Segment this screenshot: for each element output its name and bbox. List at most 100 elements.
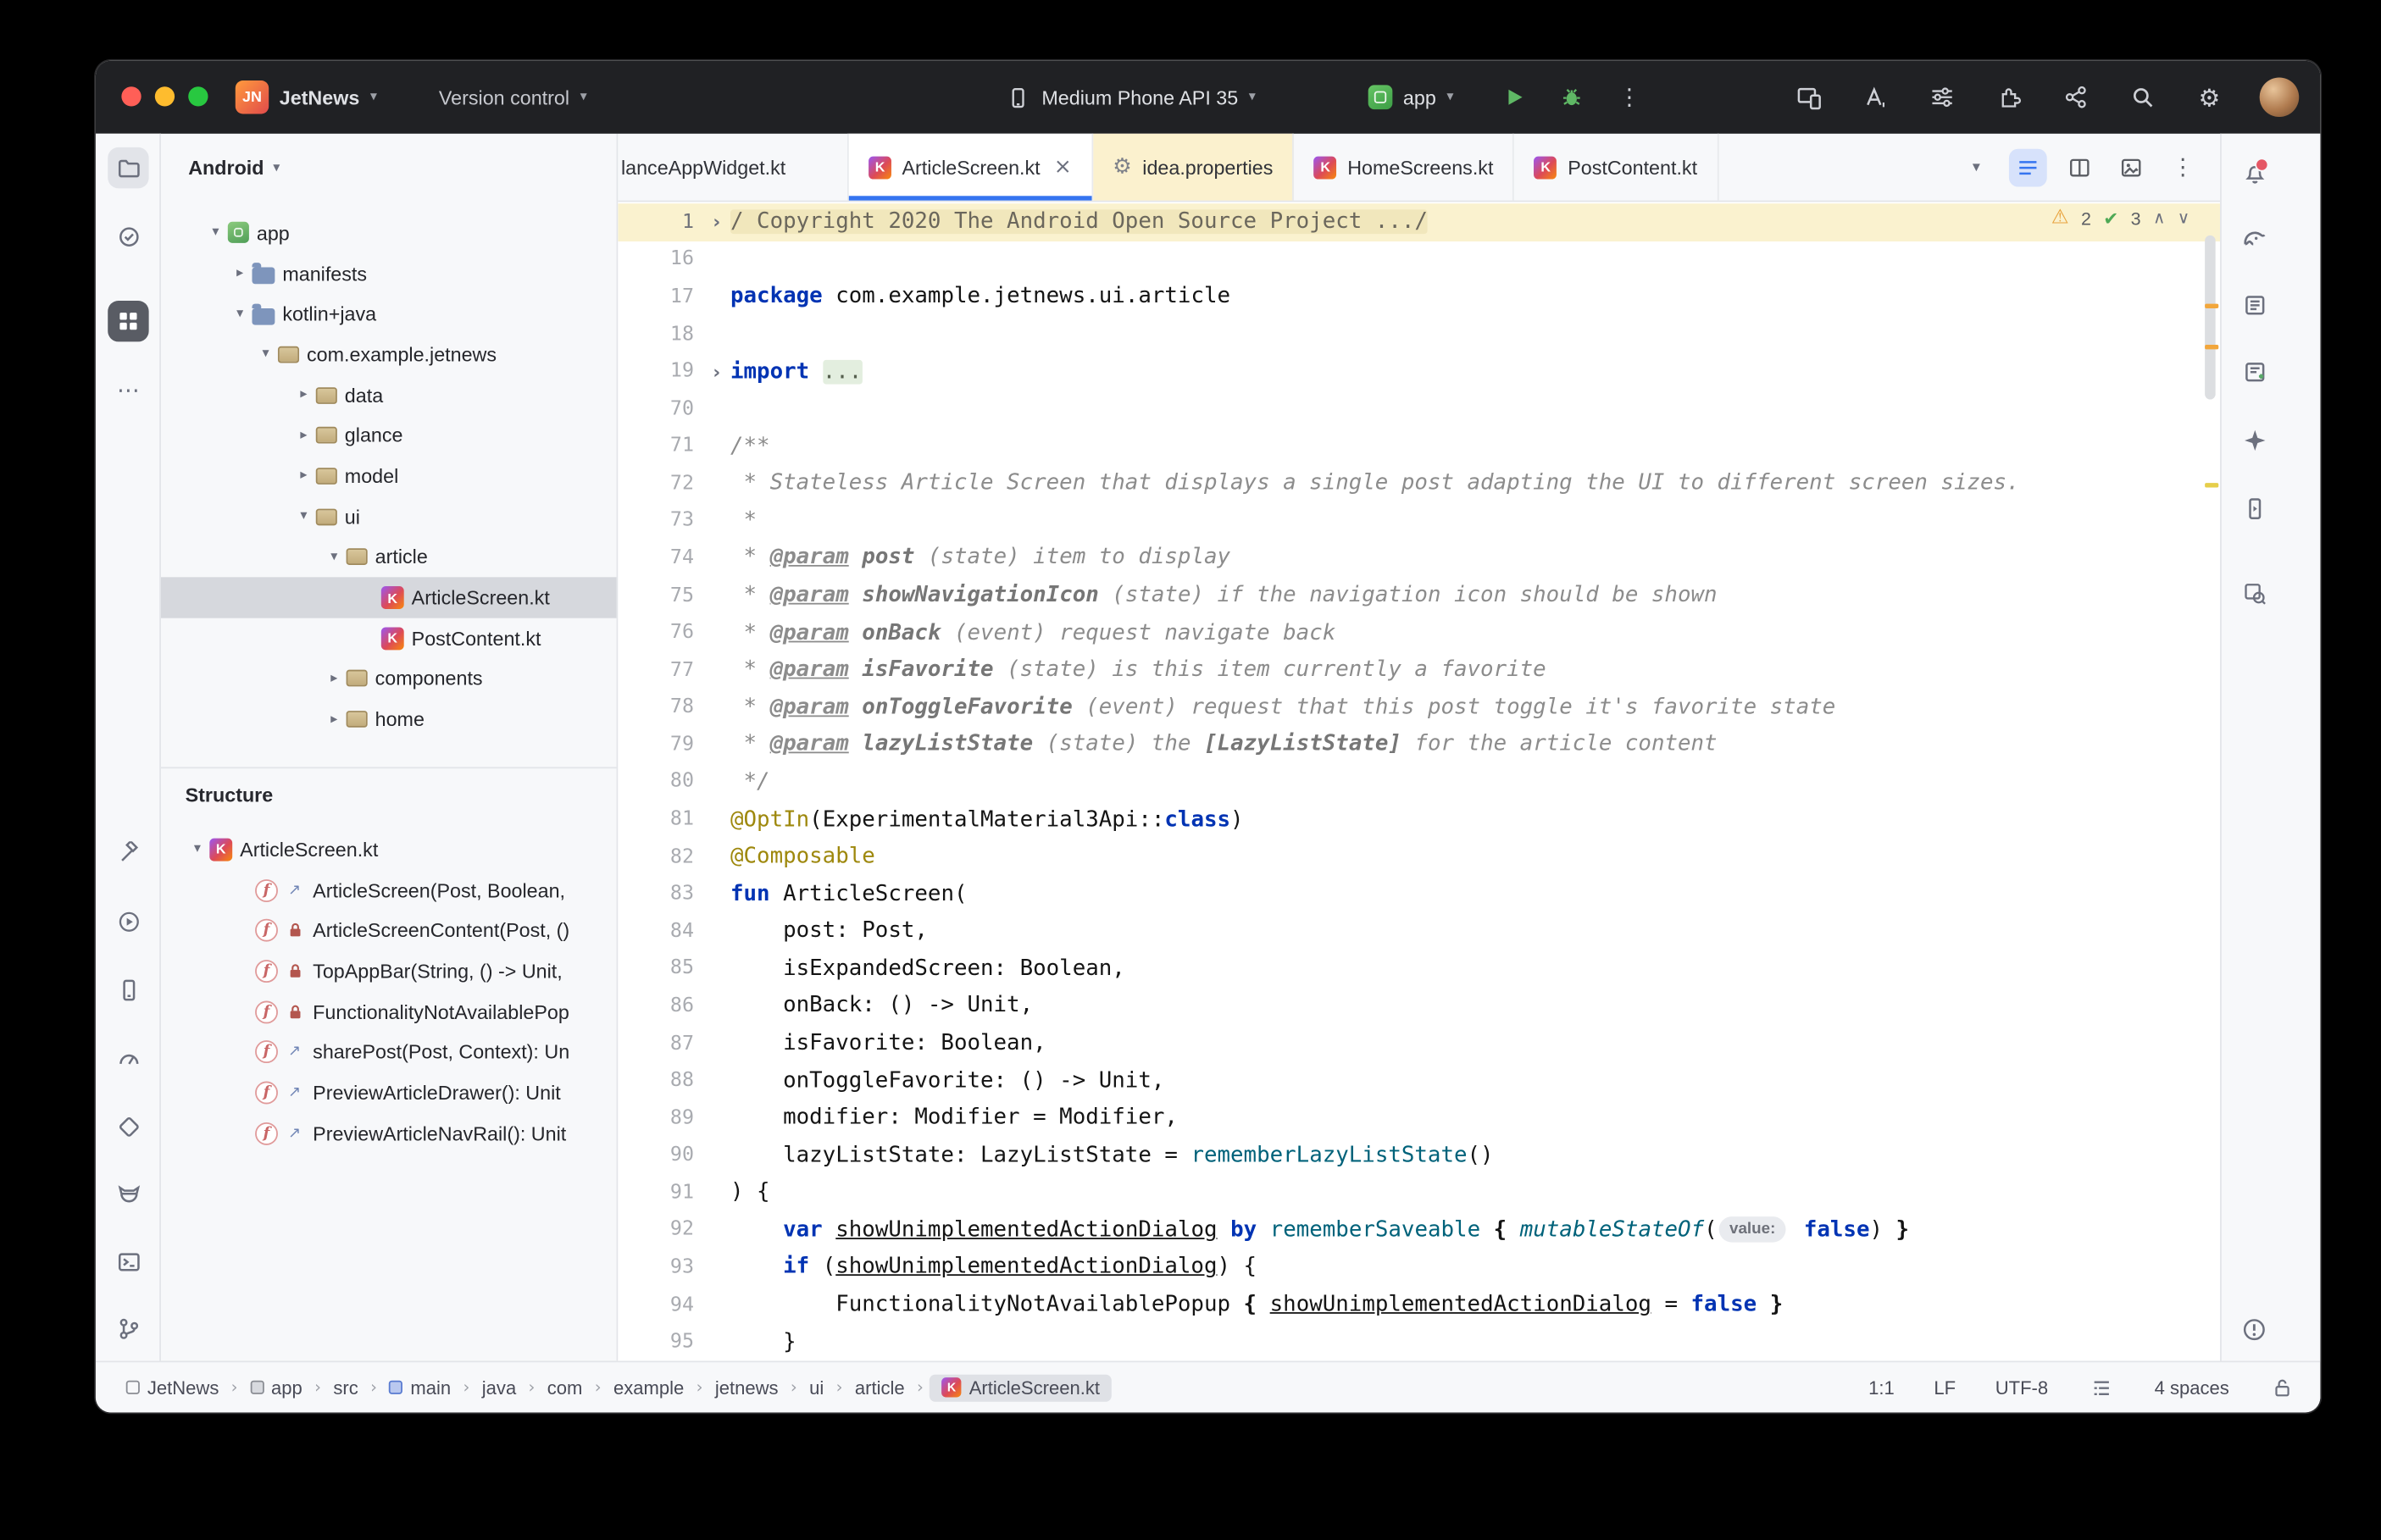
warning-stripe-mark[interactable] bbox=[2205, 303, 2219, 308]
structure-item-articlescreencontent-post[interactable]: f ArticleScreenContent(Post, () bbox=[161, 911, 617, 951]
breadcrumb-java[interactable]: java bbox=[476, 1374, 523, 1401]
line-number[interactable]: 91 bbox=[618, 1182, 702, 1205]
line-number[interactable]: 85 bbox=[618, 957, 702, 980]
line-number[interactable]: 92 bbox=[618, 1219, 702, 1242]
chevron-down-icon[interactable]: ▾ bbox=[253, 347, 278, 363]
line-number[interactable]: 77 bbox=[618, 659, 702, 682]
chevron-down-icon[interactable]: ▾ bbox=[322, 550, 347, 565]
structure-item-previewarticlenavrail-unit[interactable]: f ↗ PreviewArticleNavRail(): Unit bbox=[161, 1113, 617, 1154]
run-configuration-selector[interactable]: app ▾ bbox=[1368, 61, 1453, 134]
line-number[interactable]: 16 bbox=[618, 248, 702, 271]
line-number[interactable]: 70 bbox=[618, 397, 702, 420]
line-number[interactable]: 76 bbox=[618, 622, 702, 645]
code-line-74[interactable]: 74 * @param post (state) item to display bbox=[618, 540, 2220, 577]
code-line-90[interactable]: 90 lazyListState: LazyListState = rememb… bbox=[618, 1137, 2220, 1174]
structure-tool-button[interactable] bbox=[108, 300, 149, 342]
maximize-window-button[interactable] bbox=[188, 86, 208, 107]
structure-item-articlescreen-post-boolean[interactable]: f ↗ ArticleScreen(Post, Boolean, bbox=[161, 870, 617, 911]
encoding-widget[interactable]: UTF-8 bbox=[1995, 1377, 2048, 1398]
line-number[interactable]: 83 bbox=[618, 883, 702, 906]
chevron-right-icon[interactable]: ▸ bbox=[291, 387, 316, 402]
settings-sliders-icon[interactable] bbox=[1925, 79, 1958, 115]
settings-gear-icon[interactable]: ⚙ bbox=[2193, 79, 2226, 115]
line-number[interactable]: 79 bbox=[618, 734, 702, 756]
version-control-tool-button[interactable] bbox=[108, 1308, 148, 1349]
gradle-tool-button[interactable] bbox=[2234, 217, 2274, 258]
code-line-72[interactable]: 72 * Stateless Article Screen that displ… bbox=[618, 465, 2220, 502]
code-line-77[interactable]: 77 * @param isFavorite (state) is this i… bbox=[618, 651, 2220, 689]
editor-scrollbar[interactable] bbox=[2205, 235, 2216, 400]
code-line-1[interactable]: 1 › / Copyright 2020 The Android Open Sour… bbox=[618, 203, 2221, 241]
editor-tab-lanceappwidget-kt[interactable]: lanceAppWidget.kt bbox=[618, 133, 849, 201]
project-view-selector[interactable]: Android ▾ bbox=[161, 134, 617, 202]
structure-item-sharepost-post-context-un[interactable]: f ↗ sharePost(Post, Context): Un bbox=[161, 1032, 617, 1072]
code-line-19[interactable]: 19 › import ... bbox=[618, 353, 2220, 391]
vcs-widget[interactable]: Version control ▾ bbox=[439, 61, 587, 134]
readonly-lock-icon[interactable] bbox=[2268, 1374, 2295, 1401]
line-number[interactable]: 90 bbox=[618, 1144, 702, 1166]
line-number[interactable]: 89 bbox=[618, 1106, 702, 1129]
line-number[interactable]: 1 bbox=[618, 211, 702, 234]
project-tree-item-articlescreen-kt[interactable]: K ArticleScreen.kt bbox=[160, 577, 617, 618]
line-number[interactable]: 82 bbox=[618, 845, 702, 868]
project-tool-button[interactable] bbox=[108, 147, 149, 189]
line-number[interactable]: 81 bbox=[618, 808, 702, 831]
warning-stripe-mark[interactable] bbox=[2205, 483, 2219, 488]
title-bar[interactable]: JN JetNews ▾ Version control ▾ Medium Ph… bbox=[95, 60, 2321, 134]
more-run-options-button[interactable]: ⋮ bbox=[1608, 61, 1651, 134]
share-profile-icon[interactable] bbox=[2059, 79, 2092, 115]
chevron-right-icon[interactable]: ▸ bbox=[291, 428, 316, 443]
code-assist-icon[interactable] bbox=[1859, 79, 1892, 115]
close-tab-icon[interactable]: × bbox=[1054, 155, 1072, 180]
editor-tab-articlescreen-kt[interactable]: K ArticleScreen.kt × bbox=[848, 133, 1093, 201]
previous-problem-icon[interactable]: ∧ bbox=[2153, 208, 2165, 228]
line-number[interactable]: 19 bbox=[618, 360, 702, 383]
minimize-window-button[interactable] bbox=[154, 86, 175, 107]
debug-button[interactable] bbox=[1551, 61, 1593, 134]
project-tree-item-article[interactable]: ▾ article bbox=[161, 537, 617, 578]
fold-collapsed-icon[interactable]: › bbox=[703, 212, 730, 233]
warning-stripe-mark[interactable] bbox=[2205, 344, 2219, 350]
line-number[interactable]: 72 bbox=[618, 472, 702, 495]
device-manager-icon[interactable] bbox=[2234, 351, 2274, 391]
editor-more-options-icon[interactable]: ⋮ bbox=[2164, 148, 2202, 186]
code-line-80[interactable]: 80 */ bbox=[618, 763, 2220, 800]
line-separator-widget[interactable]: LF bbox=[1934, 1377, 1956, 1398]
indent-widget[interactable]: 4 spaces bbox=[2155, 1377, 2229, 1398]
line-number[interactable]: 78 bbox=[618, 696, 702, 719]
structure-item-functionalitynotavailablepop[interactable]: f FunctionalityNotAvailablePop bbox=[161, 991, 617, 1032]
breadcrumb-jetnews[interactable]: JetNews bbox=[120, 1374, 225, 1401]
line-number[interactable]: 71 bbox=[618, 435, 702, 457]
code-line-82[interactable]: 82 @Composable bbox=[618, 838, 2220, 875]
project-tree-item-manifests[interactable]: ▸ manifests bbox=[161, 253, 617, 294]
code-line-95[interactable]: 95 } bbox=[618, 1323, 2220, 1360]
project-tree-item-ui[interactable]: ▾ ui bbox=[161, 496, 617, 537]
build-tool-button[interactable] bbox=[108, 833, 148, 873]
terminal-tool-button[interactable] bbox=[108, 1241, 148, 1282]
code-view-icon[interactable] bbox=[2008, 147, 2047, 186]
commit-tool-button[interactable] bbox=[108, 216, 148, 257]
breadcrumb-com[interactable]: com bbox=[541, 1374, 589, 1401]
project-tree-item-model[interactable]: ▸ model bbox=[161, 456, 617, 496]
running-devices-icon[interactable] bbox=[2234, 488, 2274, 529]
device-selector[interactable]: Medium Phone API 35 ▾ bbox=[1004, 61, 1256, 134]
gemini-icon[interactable] bbox=[2234, 419, 2274, 460]
code-line-71[interactable]: 71 /** bbox=[618, 428, 2220, 465]
code-line-94[interactable]: 94 FunctionalityNotAvailablePopup { show… bbox=[618, 1286, 2220, 1323]
breadcrumb-main[interactable]: main bbox=[383, 1374, 457, 1401]
project-tree-item-com-example-jetnews[interactable]: ▾ com.example.jetnews bbox=[161, 335, 617, 375]
breadcrumb-example[interactable]: example bbox=[608, 1374, 691, 1401]
code-line-70[interactable]: 70 bbox=[618, 391, 2220, 428]
code-line-16[interactable]: 16 bbox=[618, 241, 2220, 278]
structure-item-previewarticledrawer-unit[interactable]: f ↗ PreviewArticleDrawer(): Unit bbox=[161, 1072, 617, 1113]
code-line-91[interactable]: 91) { bbox=[618, 1174, 2220, 1211]
code-line-17[interactable]: 17 package com.example.jetnews.ui.article bbox=[618, 278, 2220, 315]
fold-collapsed-icon[interactable]: › bbox=[703, 361, 730, 382]
code-line-92[interactable]: 92 var showUnimplementedActionDialog by … bbox=[618, 1211, 2220, 1249]
line-number[interactable]: 93 bbox=[618, 1256, 702, 1279]
line-number[interactable]: 95 bbox=[618, 1331, 702, 1354]
run-button[interactable] bbox=[1493, 61, 1535, 134]
code-line-78[interactable]: 78 * @param onToggleFavorite (event) req… bbox=[618, 689, 2220, 726]
inspection-widget[interactable]: ⚠ 2 ✔ 3 ∧ ∨ bbox=[2051, 207, 2190, 230]
breadcrumb-articlescreen-kt[interactable]: K ArticleScreen.kt bbox=[930, 1373, 1113, 1401]
